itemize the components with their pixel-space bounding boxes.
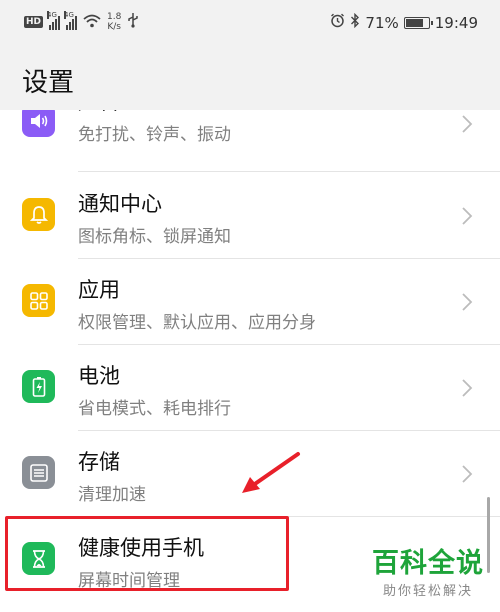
bell-icon (22, 198, 55, 231)
settings-item-subtitle: 省电模式、耗电排行 (78, 399, 231, 419)
watermark-subtitle: 助你轻松解决 (382, 584, 473, 599)
settings-item-title: 电池 (78, 364, 120, 388)
settings-item-subtitle: 清理加速 (78, 485, 146, 505)
settings-item-subtitle: 图标角标、锁屏通知 (78, 227, 231, 247)
status-left: HD 4G 4G 1.8 K/s (24, 11, 139, 32)
sound-icon (22, 110, 55, 137)
alarm-icon (330, 13, 345, 32)
chevron-right-icon (462, 115, 473, 133)
settings-item-title: 声音 (78, 110, 120, 116)
settings-item-battery[interactable]: 电池 省电模式、耗电排行 (0, 344, 500, 430)
signal-1-net: 4G (47, 11, 57, 19)
chevron-right-icon (462, 293, 473, 311)
battery-icon (403, 16, 433, 29)
bluetooth-icon (350, 12, 360, 32)
speed-value: 1.8 (107, 12, 122, 22)
annotation-arrow-icon (242, 452, 300, 493)
status-bar: HD 4G 4G 1.8 K/s 71% 19:49 (0, 0, 500, 48)
status-right: 71% 19:49 (330, 12, 478, 32)
watermark: 百科全说 助你轻松解决 (372, 548, 484, 599)
storage-icon (22, 456, 55, 489)
battery-percent: 71% (365, 13, 399, 32)
scrollbar[interactable] (487, 497, 490, 573)
page-title: 设置 (22, 68, 75, 98)
highlight-box (5, 516, 289, 591)
settings-item-subtitle: 权限管理、默认应用、应用分身 (78, 313, 316, 333)
clock: 19:49 (434, 13, 478, 32)
chevron-right-icon (462, 379, 473, 397)
signal-2-icon: 4G (64, 11, 78, 30)
wifi-icon (83, 13, 101, 32)
speed-unit: K/s (107, 22, 121, 32)
settings-item-title: 存储 (78, 450, 120, 474)
signal-1-icon: 4G (47, 11, 61, 30)
settings-item-sound[interactable]: 声音 免打扰、铃声、振动 (0, 110, 500, 172)
usb-icon (127, 12, 139, 32)
hd-badge: HD (24, 16, 44, 28)
apps-grid-icon (22, 284, 55, 317)
network-speed: 1.8 K/s (107, 12, 121, 32)
battery-icon (22, 370, 55, 403)
chevron-right-icon (462, 207, 473, 225)
watermark-title: 百科全说 (372, 548, 484, 579)
settings-item-title: 通知中心 (78, 192, 162, 216)
settings-item-title: 应用 (78, 278, 120, 302)
settings-item-subtitle: 免打扰、铃声、振动 (78, 125, 231, 145)
signal-2-net: 4G (64, 11, 74, 19)
chevron-right-icon (462, 465, 473, 483)
settings-item-apps[interactable]: 应用 权限管理、默认应用、应用分身 (0, 258, 500, 344)
settings-item-notification-center[interactable]: 通知中心 图标角标、锁屏通知 (0, 172, 500, 258)
